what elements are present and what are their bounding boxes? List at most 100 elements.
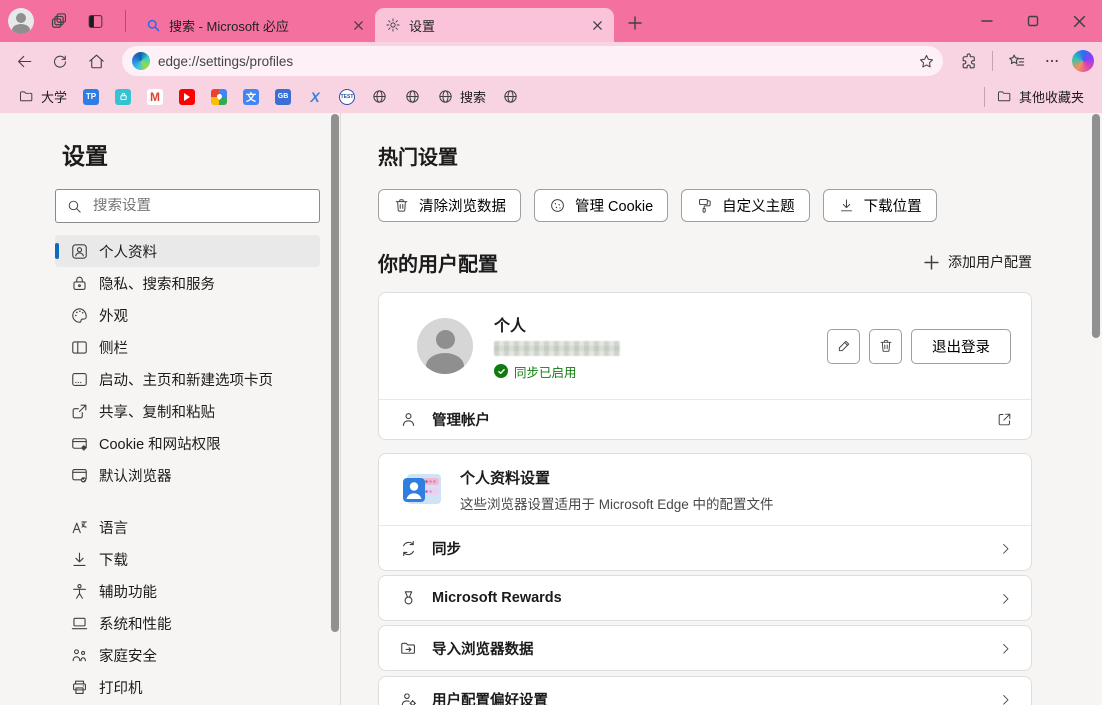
sidebar-item-printers[interactable]: 打印机 (55, 671, 320, 703)
pencil-icon (836, 338, 852, 354)
rewards-row[interactable]: Microsoft Rewards (379, 576, 1031, 620)
tab-close-icon[interactable] (349, 16, 367, 34)
more-menu-icon[interactable] (1036, 46, 1068, 76)
button-label: 管理 Cookie (575, 195, 653, 216)
person-icon (399, 410, 418, 429)
sidebar-item-label: 隐私、搜索和服务 (99, 273, 215, 294)
bookmark-maps[interactable] (203, 86, 235, 108)
sidebar-item-label: 个人资料 (99, 241, 157, 262)
gmail-favicon: M (147, 89, 163, 105)
folder-icon (18, 88, 35, 105)
bookmark-search-site[interactable]: 搜索 (429, 84, 494, 109)
accessibility-icon (70, 582, 89, 601)
favorites-hub-icon[interactable] (1000, 46, 1032, 76)
titlebar-divider (125, 10, 126, 32)
sync-row[interactable]: 同步 (379, 526, 1031, 570)
nav-group-gap (55, 491, 320, 511)
navigation-toolbar: edge://settings/profiles (0, 42, 1102, 80)
sidebar-item-label: 家庭安全 (99, 645, 157, 666)
sidebar-item-cookies[interactable]: Cookie 和网站权限 (55, 427, 320, 459)
chevron-right-icon (998, 692, 1013, 705)
page-scrollbar-thumb[interactable] (1092, 114, 1100, 338)
bookmarks-bar: 大学 TP M 文 GB X TEST 搜索 其他收藏夹 (0, 80, 1102, 113)
sidebar-panel-icon (70, 338, 89, 357)
back-button[interactable] (8, 46, 40, 76)
bookmark-translate[interactable]: 文 (235, 86, 267, 108)
bookmark-lock-site[interactable] (107, 86, 139, 108)
gear-favicon (385, 17, 401, 33)
bookmark-gb[interactable]: GB (267, 86, 299, 108)
bookmark-test-seal[interactable]: TEST (331, 86, 363, 108)
settings-title: 设置 (62, 137, 320, 167)
bookmark-gmail[interactable]: M (139, 86, 171, 108)
manage-cookies-button[interactable]: 管理 Cookie (534, 189, 668, 222)
home-button[interactable] (80, 46, 112, 76)
settings-search-input[interactable] (93, 198, 309, 214)
bookmark-x[interactable]: X (299, 86, 331, 108)
delete-profile-button[interactable] (869, 329, 902, 364)
copilot-icon[interactable] (1072, 50, 1094, 72)
sign-out-button[interactable]: 退出登录 (911, 329, 1011, 364)
bookmark-folder-university[interactable]: 大学 (10, 84, 75, 109)
chevron-right-icon (998, 591, 1013, 606)
sync-arrows-icon (399, 539, 418, 558)
your-profiles-title: 你的用户配置 (378, 248, 498, 276)
row-label: Microsoft Rewards (432, 590, 984, 606)
browser-profile-avatar[interactable] (8, 8, 34, 34)
sidebar-item-appearance[interactable]: 外观 (55, 299, 320, 331)
profile-preferences-row[interactable]: 用户配置偏好设置 (379, 677, 1031, 705)
tab-actions-icon[interactable] (86, 12, 105, 31)
tab-close-icon[interactable] (588, 16, 606, 34)
address-bar[interactable]: edge://settings/profiles (122, 46, 943, 76)
tab-bing-search[interactable]: 搜索 - Microsoft 必应 (136, 8, 375, 42)
bookmark-youtube[interactable] (171, 86, 203, 108)
sidebar-item-label: 语言 (99, 517, 128, 538)
edit-profile-button[interactable] (827, 329, 860, 364)
profile-settings-description: 这些浏览器设置适用于 Microsoft Edge 中的配置文件 (460, 493, 774, 513)
profile-card: 个人 同步已启用 退出登录 管理帐户 (378, 292, 1032, 440)
refresh-button[interactable] (44, 46, 76, 76)
popular-settings-buttons: 清除浏览数据 管理 Cookie 自定义主题 下载位置 (378, 189, 1102, 222)
tab-settings[interactable]: 设置 (375, 8, 614, 42)
clear-browsing-data-button[interactable]: 清除浏览数据 (378, 189, 521, 222)
customize-theme-button[interactable]: 自定义主题 (681, 189, 810, 222)
favorite-star-icon[interactable] (918, 53, 935, 70)
other-favorites-button[interactable]: 其他收藏夹 (988, 84, 1092, 109)
new-tab-button[interactable] (620, 8, 650, 38)
close-window-button[interactable] (1056, 0, 1102, 42)
maximize-button[interactable] (1010, 0, 1056, 42)
sidebar-item-system[interactable]: 系统和性能 (55, 607, 320, 639)
cookie-icon (549, 197, 566, 214)
extensions-icon[interactable] (953, 46, 985, 76)
sidebar-item-startup[interactable]: 启动、主页和新建选项卡页 (55, 363, 320, 395)
bookmark-label: 大学 (41, 87, 67, 106)
sidebar-item-family-safety[interactable]: 家庭安全 (55, 639, 320, 671)
download-location-button[interactable]: 下载位置 (823, 189, 937, 222)
trash-icon (878, 338, 894, 354)
sidebar-item-privacy[interactable]: 隐私、搜索和服务 (55, 267, 320, 299)
sidebar-item-label: 侧栏 (99, 337, 128, 358)
add-profile-button[interactable]: 添加用户配置 (924, 252, 1032, 272)
sidebar-item-languages[interactable]: 语言 (55, 511, 320, 543)
sidebar-item-accessibility[interactable]: 辅助功能 (55, 575, 320, 607)
globe-icon (371, 88, 388, 105)
sidebar-item-default-browser[interactable]: 默认浏览器 (55, 459, 320, 491)
chevron-right-icon (998, 541, 1013, 556)
url-text[interactable]: edge://settings/profiles (158, 54, 910, 69)
minimize-button[interactable] (964, 0, 1010, 42)
bookmark-globe-2[interactable] (396, 85, 429, 108)
workspaces-icon[interactable] (50, 11, 70, 31)
sidebar-item-share-copy-paste[interactable]: 共享、复制和粘贴 (55, 395, 320, 427)
bookmark-globe-1[interactable] (363, 85, 396, 108)
page-scrollbar[interactable] (1092, 113, 1101, 705)
sidebar-item-sidebar[interactable]: 侧栏 (55, 331, 320, 363)
bookmark-globe-3[interactable] (494, 85, 527, 108)
sidebar-item-profiles[interactable]: 个人资料 (55, 235, 320, 267)
settings-search-box[interactable] (55, 189, 320, 223)
manage-account-row[interactable]: 管理帐户 (379, 400, 1031, 439)
bookmark-tp[interactable]: TP (75, 86, 107, 108)
folder-icon (996, 88, 1013, 105)
import-browser-data-row[interactable]: 导入浏览器数据 (379, 626, 1031, 670)
profile-settings-card: 个人资料设置 这些浏览器设置适用于 Microsoft Edge 中的配置文件 … (378, 453, 1032, 571)
sidebar-item-downloads[interactable]: 下载 (55, 543, 320, 575)
